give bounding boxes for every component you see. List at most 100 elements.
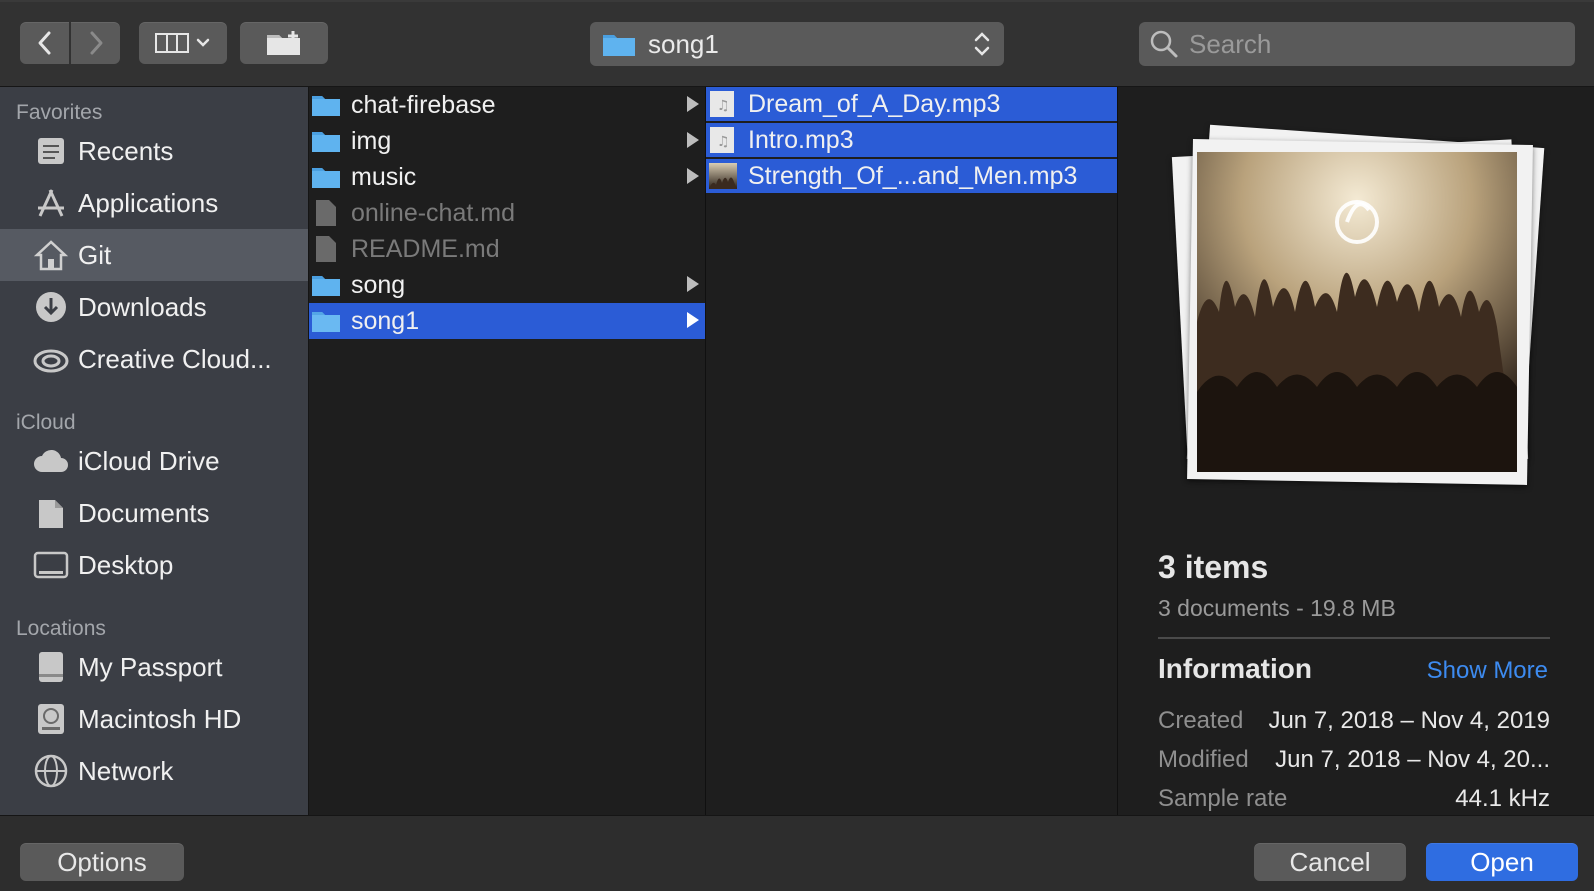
view-mode-button[interactable] xyxy=(139,22,227,64)
up-down-chevron-icon xyxy=(974,32,990,56)
browser-column-2: ♫ Dream_of_A_Day.mp3 ♫ Intro.mp3 Strengt… xyxy=(706,87,1118,815)
svg-text:♫: ♫ xyxy=(717,98,730,114)
sidebar-item-label: Downloads xyxy=(78,291,207,322)
show-more-link[interactable]: Show More xyxy=(1427,657,1548,685)
info-row-modified: Modified Jun 7, 2018 – Nov 4, 20... xyxy=(1158,746,1550,774)
info-row-created: Created Jun 7, 2018 – Nov 4, 2019 xyxy=(1158,707,1550,735)
disclosure-arrow-icon xyxy=(687,168,699,184)
bottom-bar: Options Cancel Open xyxy=(0,815,1594,891)
sidebar-item-label: Documents xyxy=(78,497,210,528)
info-key: Created xyxy=(1158,707,1244,734)
search-icon xyxy=(1150,30,1178,58)
new-folder-button[interactable] xyxy=(240,22,328,64)
file-name: Dream_of_A_Day.mp3 xyxy=(748,89,1001,118)
sidebar-item-label: Applications xyxy=(78,187,219,218)
audio-file-icon: ♫ xyxy=(708,126,738,154)
file-name: README.md xyxy=(351,234,500,263)
sidebar-item-my-passport[interactable]: My Passport xyxy=(0,641,308,693)
folder-icon xyxy=(311,91,341,119)
list-item[interactable]: online-chat.md xyxy=(309,195,705,231)
folder-icon xyxy=(311,163,341,191)
network-icon xyxy=(32,752,70,790)
documents-icon xyxy=(32,494,70,532)
forward-button[interactable] xyxy=(71,22,120,64)
toolbar: song1 xyxy=(0,0,1594,87)
sidebar-item-label: Recents xyxy=(78,135,174,166)
sidebar-item-icloud-drive[interactable]: iCloud Drive xyxy=(0,435,308,487)
file-name: online-chat.md xyxy=(351,198,515,227)
info-key: Modified xyxy=(1158,746,1249,773)
sidebar-item-label: Desktop xyxy=(78,549,174,580)
info-key: Sample rate xyxy=(1158,785,1288,812)
document-icon xyxy=(311,235,341,263)
list-item[interactable]: README.md xyxy=(309,231,705,267)
options-button[interactable]: Options xyxy=(20,843,184,881)
sidebar-item-network[interactable]: Network xyxy=(0,745,308,797)
home-icon xyxy=(32,236,70,274)
path-popup-button[interactable]: song1 xyxy=(590,22,1004,66)
sidebar-item-macintosh-hd[interactable]: Macintosh HD xyxy=(0,693,308,745)
open-button[interactable]: Open xyxy=(1426,843,1578,881)
search-input[interactable] xyxy=(1187,27,1551,61)
toolbar-top-line xyxy=(0,0,1594,2)
back-button[interactable] xyxy=(20,22,69,64)
list-item[interactable]: Strength_Of_...and_Men.mp3 xyxy=(706,159,1117,193)
column-view-icon xyxy=(155,33,189,53)
album-art-image xyxy=(1197,152,1517,472)
sidebar-item-label: Creative Cloud... xyxy=(78,343,272,374)
folder-icon xyxy=(311,271,341,299)
list-item[interactable]: song1 xyxy=(309,303,705,339)
disclosure-arrow-icon xyxy=(687,312,699,328)
selection-count-title: 3 items xyxy=(1158,549,1269,585)
chevron-down-icon xyxy=(196,38,210,47)
sidebar-header-locations: Locations xyxy=(16,617,106,640)
sidebar-item-creative-cloud[interactable]: Creative Cloud... xyxy=(0,333,308,385)
chevron-left-icon xyxy=(38,31,50,55)
divider xyxy=(1158,637,1550,639)
preview-pane: 3 items 3 documents - 19.8 MB Informatio… xyxy=(1118,87,1594,815)
disclosure-arrow-icon xyxy=(687,276,699,292)
chevron-right-icon xyxy=(90,31,102,55)
new-folder-icon xyxy=(267,31,300,55)
nav-button-group xyxy=(20,22,120,64)
list-item[interactable]: ♫ Intro.mp3 xyxy=(706,123,1117,157)
sidebar-item-desktop[interactable]: Desktop xyxy=(0,539,308,591)
info-value: 44.1 kHz xyxy=(1455,785,1550,812)
sidebar-header-icloud: iCloud xyxy=(16,411,76,434)
audio-file-icon: ♫ xyxy=(708,90,738,118)
folder-icon xyxy=(603,35,635,56)
recents-icon xyxy=(32,132,70,170)
list-item[interactable]: song xyxy=(309,267,705,303)
list-item[interactable]: img xyxy=(309,123,705,159)
sidebar-item-downloads[interactable]: Downloads xyxy=(0,281,308,333)
file-name: song1 xyxy=(351,306,420,335)
folder-icon xyxy=(311,127,341,155)
creative-cloud-icon xyxy=(32,340,70,378)
list-item[interactable]: music xyxy=(309,159,705,195)
info-value: Jun 7, 2018 – Nov 4, 2019 xyxy=(1268,707,1550,734)
sidebar-item-recents[interactable]: Recents xyxy=(0,125,308,177)
document-icon xyxy=(311,199,341,227)
file-name: music xyxy=(351,162,417,191)
downloads-icon xyxy=(32,288,70,326)
hard-drive-icon xyxy=(32,700,70,738)
search-field[interactable] xyxy=(1139,22,1575,66)
path-label: song1 xyxy=(648,28,719,59)
list-item[interactable]: chat-firebase xyxy=(309,87,705,123)
file-name: Strength_Of_...and_Men.mp3 xyxy=(748,161,1078,190)
folder-icon xyxy=(311,307,341,335)
disclosure-arrow-icon xyxy=(687,96,699,112)
sidebar-header-favorites: Favorites xyxy=(16,101,103,124)
desktop-icon xyxy=(32,546,70,584)
browser-column-1: chat-firebase img music online-chat.md R… xyxy=(309,87,706,815)
sidebar-item-git[interactable]: Git xyxy=(0,229,308,281)
selection-size-summary: 3 documents - 19.8 MB xyxy=(1158,595,1396,621)
sidebar-item-documents[interactable]: Documents xyxy=(0,487,308,539)
list-item[interactable]: ♫ Dream_of_A_Day.mp3 xyxy=(706,87,1117,121)
sidebar-item-applications[interactable]: Applications xyxy=(0,177,308,229)
info-value: Jun 7, 2018 – Nov 4, 20... xyxy=(1275,746,1550,773)
file-name: img xyxy=(351,126,392,155)
external-drive-icon xyxy=(32,648,70,686)
cancel-button[interactable]: Cancel xyxy=(1254,843,1406,881)
sidebar-item-label: iCloud Drive xyxy=(78,445,220,476)
